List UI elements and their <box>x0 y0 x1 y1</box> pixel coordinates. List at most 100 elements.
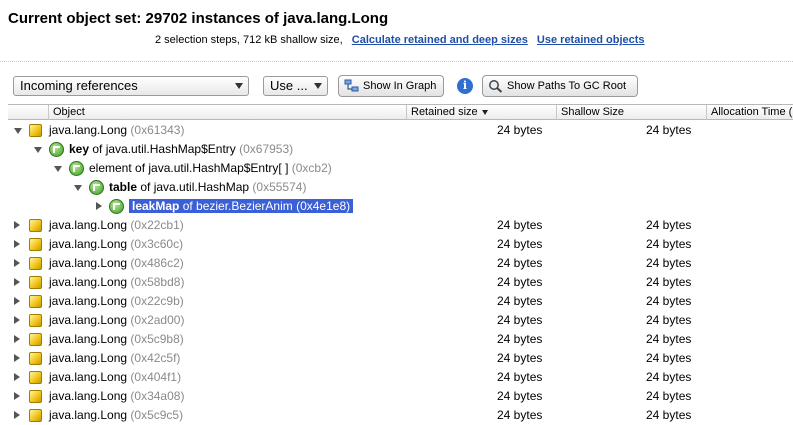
object-icon <box>29 333 42 346</box>
calculate-retained-link[interactable]: Calculate retained and deep sizes <box>352 34 528 46</box>
use-select[interactable]: Use ... <box>263 76 328 96</box>
expand-icon[interactable] <box>14 316 20 324</box>
table-row[interactable]: java.lang.Long (0x22cb1) 24 bytes 24 bytes <box>8 216 793 235</box>
row-label: java.lang.Long (0x58bd8) <box>49 275 184 290</box>
table-row[interactable]: table of java.util.HashMap (0x55574) <box>8 178 793 197</box>
object-class: java.lang.Long <box>49 123 131 137</box>
row-label: java.lang.Long (0x5c9b8) <box>49 332 184 347</box>
show-in-graph-button[interactable]: Show In Graph <box>338 75 444 97</box>
object-address: (0x5c9b8) <box>130 332 184 346</box>
table-row[interactable]: java.lang.Long (0x5c9b8) 24 bytes 24 bytes <box>8 330 793 349</box>
expand-icon[interactable] <box>14 335 20 343</box>
collapse-icon[interactable] <box>34 147 42 153</box>
expand-icon[interactable] <box>14 240 20 248</box>
object-address: (0x55574) <box>252 180 307 194</box>
shallow-size-cell: 24 bytes <box>646 275 692 289</box>
table-row[interactable]: java.lang.Long (0x3c60c) 24 bytes 24 bytes <box>8 235 793 254</box>
show-paths-to-gc-root-button[interactable]: Show Paths To GC Root <box>482 75 638 97</box>
object-class: of java.util.HashMap$Entry <box>89 142 240 156</box>
expand-icon[interactable] <box>14 392 20 400</box>
graph-icon <box>344 79 359 92</box>
object-address: (0x58bd8) <box>130 275 185 289</box>
table-row[interactable]: java.lang.Long (0x22c9b) 24 bytes 24 bytes <box>8 292 793 311</box>
object-address: (0xcb2) <box>291 161 332 175</box>
info-icon[interactable]: i <box>457 78 473 94</box>
table-row[interactable]: java.lang.Long (0x2ad00) 24 bytes 24 bytes <box>8 311 793 330</box>
table-row[interactable]: element of java.util.HashMap$Entry[ ] (0… <box>8 159 793 178</box>
retained-size-cell: 24 bytes <box>497 218 543 232</box>
row-label: java.lang.Long (0x61343) <box>49 123 184 138</box>
object-address: (0x2ad00) <box>130 313 185 327</box>
expand-icon[interactable] <box>96 202 102 210</box>
reference-icon <box>49 142 64 157</box>
retained-size-cell: 24 bytes <box>497 123 543 137</box>
shallow-size-cell: 24 bytes <box>646 408 692 422</box>
retained-size-cell: 24 bytes <box>497 370 543 384</box>
field-name: leakMap <box>132 199 180 213</box>
object-address: (0x67953) <box>239 142 294 156</box>
column-shallow-label: Shallow Size <box>561 106 624 118</box>
sort-descending-icon <box>481 109 488 115</box>
table-row[interactable]: key of java.util.HashMap$Entry (0x67953) <box>8 140 793 159</box>
row-label: java.lang.Long (0x42c5f) <box>49 351 180 366</box>
object-icon <box>29 314 42 327</box>
search-icon <box>489 80 503 93</box>
object-address: (0x42c5f) <box>130 351 181 365</box>
view-select[interactable]: Incoming references <box>13 76 249 96</box>
table-row[interactable]: java.lang.Long (0x486c2) 24 bytes 24 bytes <box>8 254 793 273</box>
retained-size-cell: 24 bytes <box>497 275 543 289</box>
retained-size-cell: 24 bytes <box>497 313 543 327</box>
expand-icon[interactable] <box>14 278 20 286</box>
column-shallow-size[interactable]: Shallow Size <box>557 105 707 120</box>
expand-icon[interactable] <box>14 297 20 305</box>
object-class: java.lang.Long <box>49 408 131 422</box>
retained-size-cell: 24 bytes <box>497 389 543 403</box>
expand-icon[interactable] <box>14 373 20 381</box>
table-row[interactable]: java.lang.Long (0x404f1) 24 bytes 24 bytes <box>8 368 793 387</box>
table-row[interactable]: java.lang.Long (0x42c5f) 24 bytes 24 bytes <box>8 349 793 368</box>
collapse-icon[interactable] <box>54 166 62 172</box>
object-class: java.lang.Long <box>49 351 131 365</box>
field-name: key <box>69 142 90 156</box>
use-retained-objects-link[interactable]: Use retained objects <box>537 34 645 46</box>
retained-size-cell: 24 bytes <box>497 332 543 346</box>
row-label: java.lang.Long (0x22cb1) <box>49 218 184 233</box>
collapse-icon[interactable] <box>74 185 82 191</box>
table-row[interactable]: java.lang.Long (0x34a08) 24 bytes 24 bytes <box>8 387 793 406</box>
table-row[interactable]: java.lang.Long (0x5c9c5) 24 bytes 24 bytes <box>8 406 793 425</box>
object-address: (0x22cb1) <box>130 218 184 232</box>
object-tree: java.lang.Long (0x61343) 24 bytes 24 bytes… <box>8 121 793 425</box>
column-allocation-time[interactable]: Allocation Time ( <box>707 105 793 120</box>
chevron-down-icon <box>235 83 243 89</box>
object-icon <box>29 276 42 289</box>
row-label: java.lang.Long (0x404f1) <box>49 370 181 385</box>
row-label: table of java.util.HashMap (0x55574) <box>109 180 306 195</box>
row-label: java.lang.Long (0x486c2) <box>49 256 184 271</box>
table-row[interactable]: leakMap of bezier.BezierAnim (0x4e1e8) <box>8 197 793 216</box>
object-address: (0x4e1e8) <box>296 199 351 213</box>
row-label: java.lang.Long (0x22c9b) <box>49 294 184 309</box>
expand-icon[interactable] <box>14 221 20 229</box>
object-address: (0x486c2) <box>130 256 184 270</box>
column-object[interactable]: Object <box>48 105 407 120</box>
shallow-size-cell: 24 bytes <box>646 313 692 327</box>
collapse-icon[interactable] <box>14 128 22 134</box>
expand-icon[interactable] <box>14 411 20 419</box>
shallow-size-cell: 24 bytes <box>646 294 692 308</box>
table-header: Object Retained size Shallow Size Alloca… <box>8 104 793 120</box>
table-row[interactable]: java.lang.Long (0x58bd8) 24 bytes 24 bytes <box>8 273 793 292</box>
shallow-size-cell: 24 bytes <box>646 218 692 232</box>
field-name: table <box>109 180 138 194</box>
object-class: java.lang.Long <box>49 275 131 289</box>
shallow-size-cell: 24 bytes <box>646 351 692 365</box>
object-address: (0x61343) <box>130 123 185 137</box>
expand-icon[interactable] <box>14 259 20 267</box>
table-row[interactable]: java.lang.Long (0x61343) 24 bytes 24 bytes <box>8 121 793 140</box>
reference-icon <box>109 199 124 214</box>
retained-size-cell: 24 bytes <box>497 351 543 365</box>
shallow-size-cell: 24 bytes <box>646 370 692 384</box>
object-class: of bezier.BezierAnim <box>179 199 297 213</box>
column-retained-size[interactable]: Retained size <box>407 105 557 120</box>
object-set-summary: 2 selection steps, 712 kB shallow size, … <box>155 34 645 46</box>
expand-icon[interactable] <box>14 354 20 362</box>
